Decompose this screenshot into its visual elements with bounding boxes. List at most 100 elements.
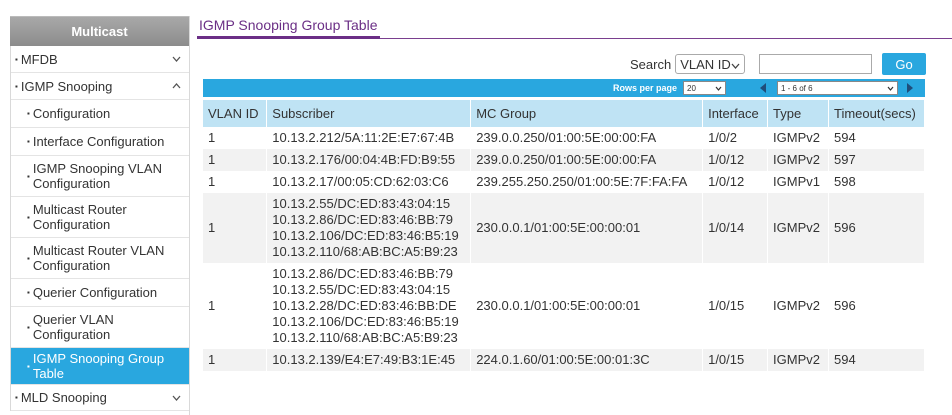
subscriber-entry: 10.13.2.110/68:AB:BC:A5:B9:23 [272,244,458,259]
bullet-icon: ▪ [27,288,30,297]
sidebar-item-configuration[interactable]: ▪ Configuration [11,100,189,128]
table-row[interactable]: 1 10.13.2.17/00:05:CD:62:03:C6 239.255.250… [203,171,925,193]
search-row: Search VLAN ID [630,53,746,75]
sidebar-item-igmp-snooping[interactable]: ▪ IGMP Snooping [11,73,189,100]
sidebar-item-interface-configuration[interactable]: ▪ Interface Configuration [11,128,189,156]
sidebar-item-label: Querier Configuration [32,285,158,300]
go-button[interactable]: Go [882,53,926,75]
sidebar-item-querier-vlan-configuration[interactable]: ▪ Querier VLAN Configuration [11,307,189,348]
sidebar-item-label: IGMP Snooping Group Table [32,351,165,381]
table-row[interactable]: 1 10.13.2.176/00:04:4B:FD:B9:55 239.0.0.25… [203,149,925,171]
bullet-icon: ▪ [27,361,30,371]
cell-mc-group: 230.0.0.1/01:00:5E:00:00:01 [470,193,704,263]
igmp-group-table: VLAN ID Subscriber MC Group Interface Ty… [203,100,925,371]
cell-interface: 1/0/15 [702,349,769,371]
rows-per-page-value: 20 [687,83,696,93]
chevron-down-icon[interactable] [171,53,181,65]
sidebar-item-label: MLD Snooping [20,390,107,405]
cell-interface: 1/0/12 [702,171,769,193]
bullet-icon: ▪ [15,393,18,402]
subscriber-entry: 10.13.2.55/DC:ED:83:43:04:15 [272,282,451,297]
sidebar-title: Multicast [10,16,189,46]
cell-interface: 1/0/15 [702,263,769,349]
table-header-row: VLAN ID Subscriber MC Group Interface Ty… [203,100,925,127]
cell-timeout: 596 [828,193,925,263]
chevron-down-icon [715,86,722,91]
cell-vlan-id: 1 [203,149,268,171]
cell-subscriber: 10.13.2.212/5A:11:2E:E7:67:4B [266,127,472,149]
subscriber-entry: 10.13.2.28/DC:ED:83:46:BB:DE [272,298,457,313]
tab-igmp-snooping-group-table[interactable]: IGMP Snooping Group Table [197,16,380,39]
cell-mc-group: 230.0.0.1/01:00:5E:00:00:01 [470,263,704,349]
sidebar-item-label: Querier VLAN Configuration [32,312,114,342]
bullet-icon: ▪ [27,137,30,146]
sidebar-item-igmp-snooping-vlan-configuration[interactable]: ▪ IGMP Snooping VLAN Configuration [11,156,189,197]
sidebar-item-mfdb[interactable]: ▪ MFDB [11,46,189,73]
chevron-up-icon[interactable] [171,80,181,92]
subscriber-entry: 10.13.2.55/DC:ED:83:43:04:15 [272,196,451,211]
chevron-down-icon[interactable] [171,392,181,404]
column-header-timeout[interactable]: Timeout(secs) [828,100,925,127]
cell-timeout: 594 [828,127,925,149]
bullet-icon: ▪ [15,81,18,91]
column-header-subscriber[interactable]: Subscriber [266,100,472,127]
table-row[interactable]: 1 10.13.2.139/E4:E7:49:B3:1E:45 224.0.1.60… [203,349,925,371]
bullet-icon: ▪ [27,322,30,332]
tab-bar: IGMP Snooping Group Table [197,16,952,39]
table-row[interactable]: 1 10.13.2.86/DC:ED:83:46:BB:79 10.13.2.55/… [203,263,925,349]
pagination-bar: Rows per page 20 1 - 6 of 6 [203,79,925,97]
bullet-icon: ▪ [27,171,30,181]
sidebar: Multicast ▪ MFDB ▪ IGMP Snooping ▪ Configurat… [10,16,190,415]
page-range-value: 1 - 6 of 6 [781,83,813,93]
cell-timeout: 598 [828,171,925,193]
search-input[interactable] [759,54,872,74]
sidebar-item-label: Multicast Router Configuration [32,202,127,232]
rows-per-page-label: Rows per page [612,83,677,93]
bullet-icon: ▪ [15,54,18,64]
cell-interface: 1/0/14 [702,193,769,263]
subscriber-entry: 10.13.2.110/68:AB:BC:A5:B9:23 [272,330,458,345]
bullet-icon: ▪ [27,253,30,263]
cell-type: IGMPv2 [767,127,829,149]
sidebar-item-igmp-snooping-group-table[interactable]: ▪ IGMP Snooping Group Table [11,348,189,385]
sidebar-item-label: IGMP Snooping [20,78,113,94]
cell-type: IGMPv2 [767,149,829,171]
subscriber-entry: 10.13.2.106/DC:ED:83:46:B5:19 [272,228,459,243]
column-header-interface[interactable]: Interface [702,100,769,127]
cell-subscriber: 10.13.2.139/E4:E7:49:B3:1E:45 [266,349,472,371]
cell-subscriber: 10.13.2.86/DC:ED:83:46:BB:79 10.13.2.55/D… [266,263,472,349]
subscriber-entry: 10.13.2.86/DC:ED:83:46:BB:79 [272,266,453,281]
sidebar-item-multicast-router-vlan-configuration[interactable]: ▪ Multicast Router VLAN Configuration [11,238,189,279]
cell-subscriber: 10.13.2.17/00:05:CD:62:03:C6 [266,171,472,193]
column-header-type[interactable]: Type [767,100,829,127]
bullet-icon: ▪ [27,109,30,118]
cell-vlan-id: 1 [203,193,268,263]
rows-per-page-select[interactable]: 20 [683,81,726,95]
cell-vlan-id: 1 [203,127,268,149]
subscriber-entry: 10.13.2.212/5A:11:2E:E7:67:4B [272,130,455,145]
cell-timeout: 596 [828,263,925,349]
sidebar-item-querier-configuration[interactable]: ▪ Querier Configuration [11,279,189,307]
sidebar-item-mld-snooping[interactable]: ▪ MLD Snooping [11,385,189,411]
search-field-value: VLAN ID [680,56,731,72]
subscriber-entry: 10.13.2.106/DC:ED:83:46:B5:19 [272,314,459,329]
next-page-icon[interactable] [907,83,913,93]
cell-mc-group: 224.0.1.60/01:00:5E:00:01:3C [470,349,704,371]
table-row[interactable]: 1 10.13.2.55/DC:ED:83:43:04:15 10.13.2.86/… [203,193,925,263]
chevron-down-icon [731,57,740,72]
cell-vlan-id: 1 [203,349,268,371]
cell-subscriber: 10.13.2.176/00:04:4B:FD:B9:55 [266,149,472,171]
sidebar-item-label: IGMP Snooping VLAN Configuration [32,161,162,191]
sidebar-item-multicast-router-configuration[interactable]: ▪ Multicast Router Configuration [11,197,189,238]
previous-page-icon[interactable] [760,83,766,93]
column-header-vlan-id[interactable]: VLAN ID [203,100,268,127]
column-header-mc-group[interactable]: MC Group [470,100,704,127]
table-row[interactable]: 1 10.13.2.212/5A:11:2E:E7:67:4B 239.0.0.25… [203,127,925,149]
subscriber-entry: 10.13.2.86/DC:ED:83:46:BB:79 [272,212,453,227]
page-range-select[interactable]: 1 - 6 of 6 [777,81,898,95]
search-field-select[interactable]: VLAN ID [675,54,746,74]
cell-mc-group: 239.0.0.250/01:00:5E:00:00:FA [470,149,704,171]
cell-subscriber: 10.13.2.55/DC:ED:83:43:04:15 10.13.2.86/D… [266,193,472,263]
cell-type: IGMPv2 [767,263,829,349]
cell-interface: 1/0/2 [702,127,769,149]
